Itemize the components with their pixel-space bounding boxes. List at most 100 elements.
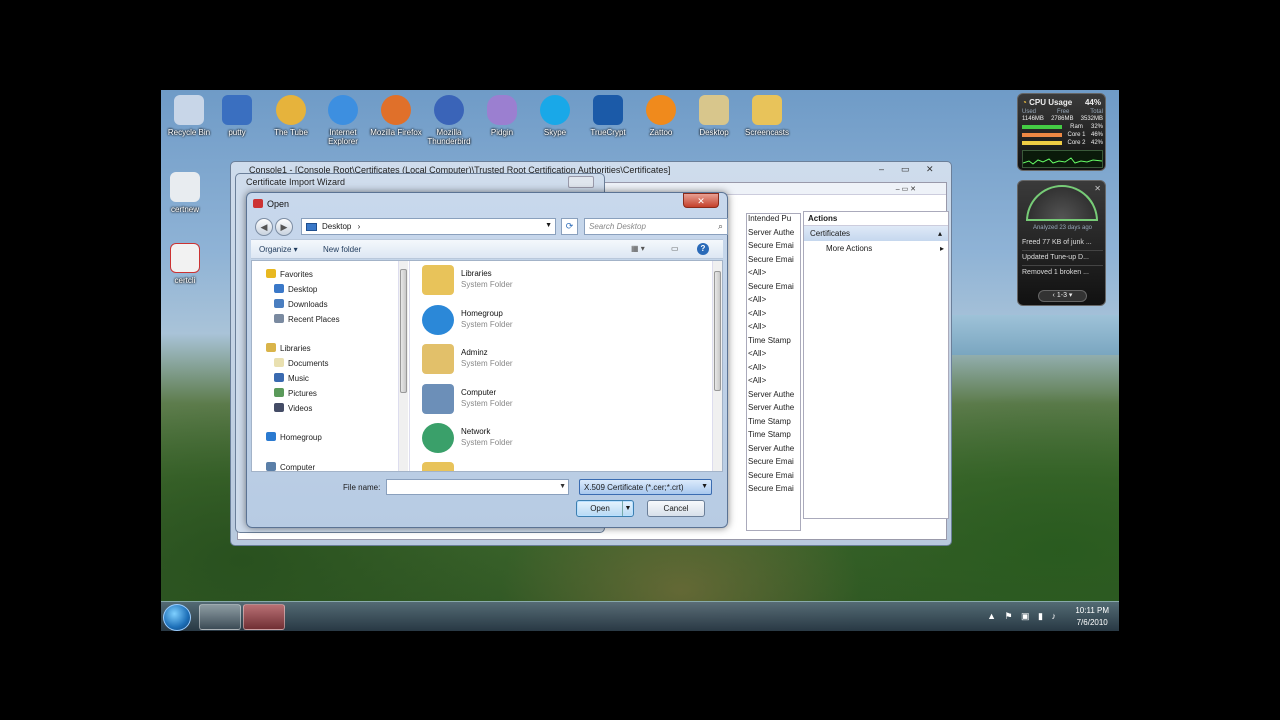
list-cell[interactable]: <All> <box>748 322 798 336</box>
column-header[interactable]: Intended Pu <box>748 214 798 228</box>
desktop-icon-skype[interactable]: Skype <box>527 95 583 137</box>
desktop-icon-the-tube[interactable]: The Tube <box>263 95 319 137</box>
documents-icon <box>274 358 284 367</box>
cancel-button[interactable]: Cancel <box>647 500 705 517</box>
list-cell[interactable]: Server Authe <box>748 390 798 404</box>
preview-pane-icon[interactable]: ▭ <box>671 244 679 253</box>
list-cell[interactable]: <All> <box>748 295 798 309</box>
tuneup-item[interactable]: Freed 77 KB of junk ... <box>1022 236 1103 251</box>
desktop-icon <box>306 223 317 231</box>
chevron-left-icon[interactable]: ‹ <box>1053 292 1055 299</box>
list-cell[interactable]: Secure Emai <box>748 282 798 296</box>
tuneup-item[interactable]: Updated Tune-up D... <box>1022 251 1103 266</box>
recycle-bin-icon <box>174 95 204 125</box>
intended-purposes-column: Intended Pu Server Authe Secure Emai Sec… <box>748 214 798 498</box>
close-button[interactable]: ✕ <box>683 193 719 208</box>
nav-item-downloads[interactable]: Downloads <box>274 299 328 309</box>
refresh-button[interactable]: ⟳ <box>561 218 578 235</box>
tuneup-item[interactable]: Removed 1 broken ... <box>1022 266 1103 280</box>
file-name-label: File name: <box>343 483 381 492</box>
desktop-icon-certcli[interactable]: certcli <box>161 243 213 285</box>
desktop-icon-internet-explorer[interactable]: Internet Explorer <box>315 95 371 146</box>
search-input[interactable]: Search Desktop ⌕ <box>584 218 728 235</box>
cpu-graph <box>1022 150 1103 168</box>
skype-icon <box>540 95 570 125</box>
list-cell[interactable]: <All> <box>748 309 798 323</box>
list-cell[interactable]: <All> <box>748 363 798 377</box>
list-cell[interactable]: <All> <box>748 349 798 363</box>
list-cell[interactable]: <All> <box>748 268 798 282</box>
start-button[interactable] <box>163 604 191 631</box>
files-scrollbar[interactable] <box>712 261 722 471</box>
desktop-icon-firefox[interactable]: Mozilla Firefox <box>368 95 424 137</box>
folder-icon <box>422 462 454 471</box>
tuneup-pager[interactable]: ‹ 1-3 ▾ <box>1038 290 1087 302</box>
inner-window-buttons[interactable]: ‒ ▭ ✕ <box>896 185 916 193</box>
maximize-button[interactable]: ▭ <box>901 164 910 175</box>
list-cell[interactable]: Time Stamp <box>748 430 798 444</box>
desktop-icon-thunderbird[interactable]: Mozilla Thunderbird <box>421 95 477 146</box>
desktop-icon-screencasts[interactable]: Screencasts <box>739 95 795 137</box>
desktop-icon-putty[interactable]: putty <box>209 95 265 137</box>
desktop-icon-zattoo[interactable]: Zattoo <box>633 95 689 137</box>
chevron-right-icon[interactable]: › <box>358 222 361 231</box>
actions-certificates[interactable]: Certificates ▴ <box>804 226 948 241</box>
minimize-button[interactable]: ‒ <box>879 164 884 174</box>
system-tray-icons[interactable]: ▲ ⚑ ▣ ▮ ♪ <box>987 611 1059 622</box>
organize-button[interactable]: Organize ▾ <box>259 245 298 254</box>
computer-icon <box>266 462 276 471</box>
desktop-icon-desktop[interactable]: Desktop <box>686 95 742 137</box>
nav-item-documents[interactable]: Documents <box>274 358 328 368</box>
cpu-usage-gadget[interactable]: ◔ CPU Usage 44% Used Free Total 1146MB 2… <box>1017 93 1106 171</box>
nav-item-desktop[interactable]: Desktop <box>274 284 317 294</box>
more-actions[interactable]: More Actions ▸ <box>804 241 948 253</box>
forward-button[interactable]: ▶ <box>275 218 293 236</box>
nav-item-homegroup[interactable]: Homegroup <box>266 432 322 442</box>
taskbar-certificate-button[interactable] <box>243 604 285 630</box>
nav-item-computer[interactable]: Computer <box>266 462 315 471</box>
open-button[interactable]: Open ▼ <box>576 500 634 517</box>
chevron-down-icon[interactable]: ▼ <box>559 483 566 490</box>
address-bar[interactable]: Desktop › ▼ <box>301 218 556 235</box>
libraries-icon <box>266 343 276 352</box>
list-cell[interactable]: Secure Emai <box>748 471 798 485</box>
list-cell[interactable]: Time Stamp <box>748 336 798 350</box>
list-cell[interactable]: Time Stamp <box>748 417 798 431</box>
chevron-down-icon[interactable]: ▾ <box>1069 292 1073 299</box>
tuneup-gadget[interactable]: ✕ Analyzed 23 days ago Freed 77 KB of ju… <box>1017 180 1106 306</box>
nav-scrollbar[interactable] <box>398 261 408 471</box>
list-cell[interactable]: Server Authe <box>748 444 798 458</box>
list-cell[interactable]: Server Authe <box>748 403 798 417</box>
view-options-icon[interactable]: ▦ ▾ <box>631 244 645 253</box>
list-cell[interactable]: Secure Emai <box>748 484 798 498</box>
nav-item-pictures[interactable]: Pictures <box>274 388 317 398</box>
chevron-down-icon[interactable]: ▼ <box>622 501 633 516</box>
new-folder-button[interactable]: New folder <box>323 245 361 254</box>
help-icon[interactable]: ? <box>697 243 709 255</box>
file-name-input[interactable]: ▼ <box>386 479 569 495</box>
desktop-icon-pidgin[interactable]: Pidgin <box>474 95 530 137</box>
nav-item-libraries[interactable]: Libraries <box>266 343 311 353</box>
desktop-icon-certnew[interactable]: certnew <box>161 172 213 214</box>
close-icon[interactable]: ✕ <box>1094 184 1101 193</box>
list-cell[interactable]: Secure Emai <box>748 241 798 255</box>
list-cell[interactable]: Secure Emai <box>748 457 798 471</box>
list-cell[interactable]: Server Authe <box>748 228 798 242</box>
list-cell[interactable]: <All> <box>748 376 798 390</box>
file-type-select[interactable]: X.509 Certificate (*.cer;*.crt) ▼ <box>579 479 712 495</box>
taskbar-explorer-button[interactable] <box>199 604 241 630</box>
desktop-icon-truecrypt[interactable]: TrueCrypt <box>580 95 636 137</box>
nav-item-recent-places[interactable]: Recent Places <box>274 314 340 324</box>
certificate-file-icon <box>170 243 200 273</box>
list-cell[interactable]: Secure Emai <box>748 255 798 269</box>
wizard-close-button[interactable] <box>568 176 594 188</box>
back-button[interactable]: ◀ <box>255 218 273 236</box>
nav-item-music[interactable]: Music <box>274 373 309 383</box>
nav-item-videos[interactable]: Videos <box>274 403 312 413</box>
chevron-down-icon[interactable]: ▼ <box>545 222 552 229</box>
clock[interactable]: 10:11 PM 7/6/2010 <box>1075 605 1109 629</box>
truecrypt-icon <box>593 95 623 125</box>
nav-item-favorites[interactable]: Favorites <box>266 269 313 279</box>
collapse-icon[interactable]: ▴ <box>938 229 942 238</box>
close-button[interactable]: ✕ <box>926 164 934 175</box>
